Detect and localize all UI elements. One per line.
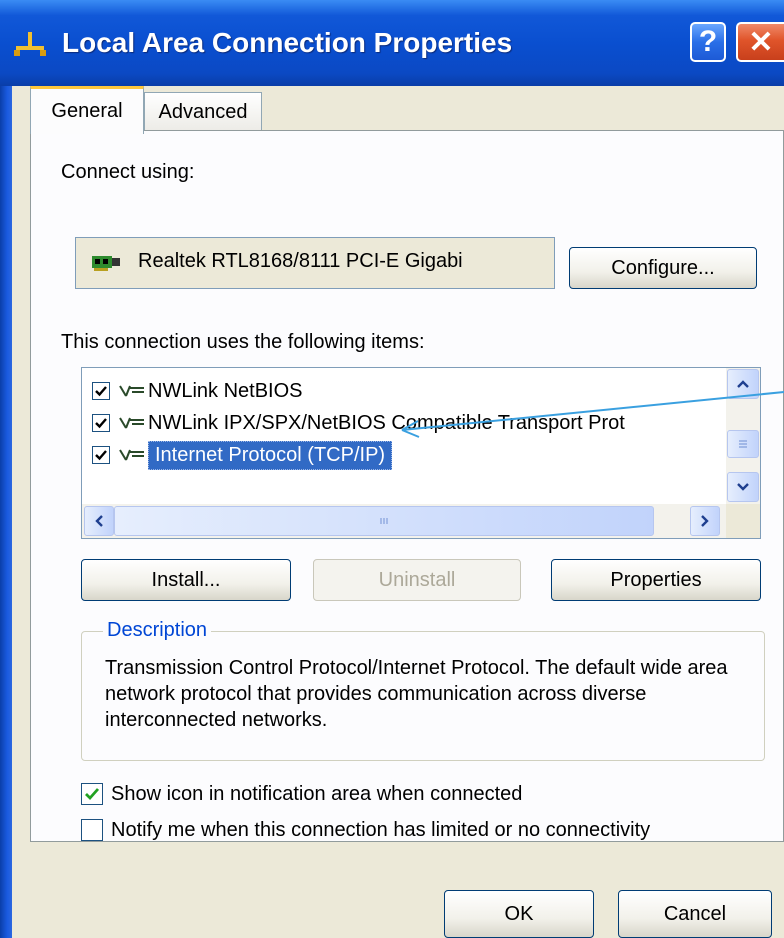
horizontal-scrollbar[interactable] <box>82 504 726 538</box>
item-checkbox[interactable] <box>92 414 110 432</box>
list-item-selected[interactable]: Internet Protocol (TCP/IP) <box>92 440 393 470</box>
show-icon-label[interactable]: Show icon in notification area when conn… <box>111 783 522 806</box>
configure-button[interactable]: Configure... <box>569 247 757 289</box>
scroll-right-button[interactable] <box>690 506 720 536</box>
horizontal-scroll-thumb[interactable] <box>114 506 654 536</box>
uninstall-button[interactable]: Uninstall <box>313 559 521 601</box>
description-legend: Description <box>103 619 212 642</box>
adapter-field: Realtek RTL8168/8111 PCI-E Gigabi <box>75 237 555 289</box>
notify-label[interactable]: Notify me when this connection has limit… <box>111 819 650 842</box>
general-tab-panel: Connect using: Realtek RTL8168/8111 PCI-… <box>30 130 784 842</box>
item-checkbox[interactable] <box>92 446 110 464</box>
cancel-button[interactable]: Cancel <box>618 890 772 938</box>
properties-dialog: Local Area Connection Properties ? ✕ Gen… <box>0 0 784 938</box>
help-button[interactable]: ? <box>690 22 726 62</box>
protocol-icon <box>119 449 144 461</box>
scroll-thumb[interactable] <box>727 430 759 458</box>
show-icon-checkbox[interactable] <box>81 783 103 805</box>
protocol-icon <box>119 385 144 397</box>
item-checkbox[interactable] <box>92 382 110 400</box>
grip-icon <box>380 518 388 524</box>
chevron-left-icon <box>95 515 103 527</box>
items-label: This connection uses the following items… <box>61 331 425 353</box>
scroll-left-button[interactable] <box>84 506 114 536</box>
list-item[interactable]: NWLink NetBIOS <box>92 376 302 406</box>
tab-advanced[interactable]: Advanced <box>144 92 262 132</box>
checkmark-icon <box>85 788 100 801</box>
notify-checkbox[interactable] <box>81 819 103 841</box>
network-adapter-icon <box>92 256 120 271</box>
chevron-down-icon <box>737 483 749 491</box>
chevron-up-icon <box>737 380 749 388</box>
network-connection-icon <box>14 32 46 56</box>
tab-general[interactable]: General <box>30 86 144 134</box>
list-item-label: NWLink NetBIOS <box>148 379 303 402</box>
chevron-right-icon <box>701 515 709 527</box>
connect-using-label: Connect using: <box>61 161 195 183</box>
description-text: Transmission Control Protocol/Internet P… <box>105 657 728 731</box>
list-item-label: Internet Protocol (TCP/IP) <box>148 440 393 470</box>
window-frame <box>0 86 12 938</box>
protocol-icon <box>119 417 144 429</box>
title-bar[interactable]: Local Area Connection Properties ? ✕ <box>0 0 784 86</box>
scroll-up-button[interactable] <box>727 369 759 399</box>
close-button[interactable]: ✕ <box>736 22 784 62</box>
components-list[interactable]: NWLink NetBIOS NWLink IPX/SPX/NetBIOS Co… <box>81 367 761 539</box>
properties-button[interactable]: Properties <box>551 559 761 601</box>
list-item-label: NWLink IPX/SPX/NetBIOS Compatible Transp… <box>148 411 625 434</box>
install-button[interactable]: Install... <box>81 559 291 601</box>
vertical-scrollbar[interactable] <box>726 368 760 504</box>
adapter-name: Realtek RTL8168/8111 PCI-E Gigabi <box>138 250 463 272</box>
scroll-down-button[interactable] <box>727 472 759 502</box>
window-title: Local Area Connection Properties <box>62 27 513 58</box>
grip-icon <box>739 440 747 448</box>
dialog-body: General Advanced Connect using: Realtek … <box>12 86 784 938</box>
ok-button[interactable]: OK <box>444 890 594 938</box>
scroll-corner <box>726 504 760 538</box>
list-item[interactable]: NWLink IPX/SPX/NetBIOS Compatible Transp… <box>92 408 625 438</box>
